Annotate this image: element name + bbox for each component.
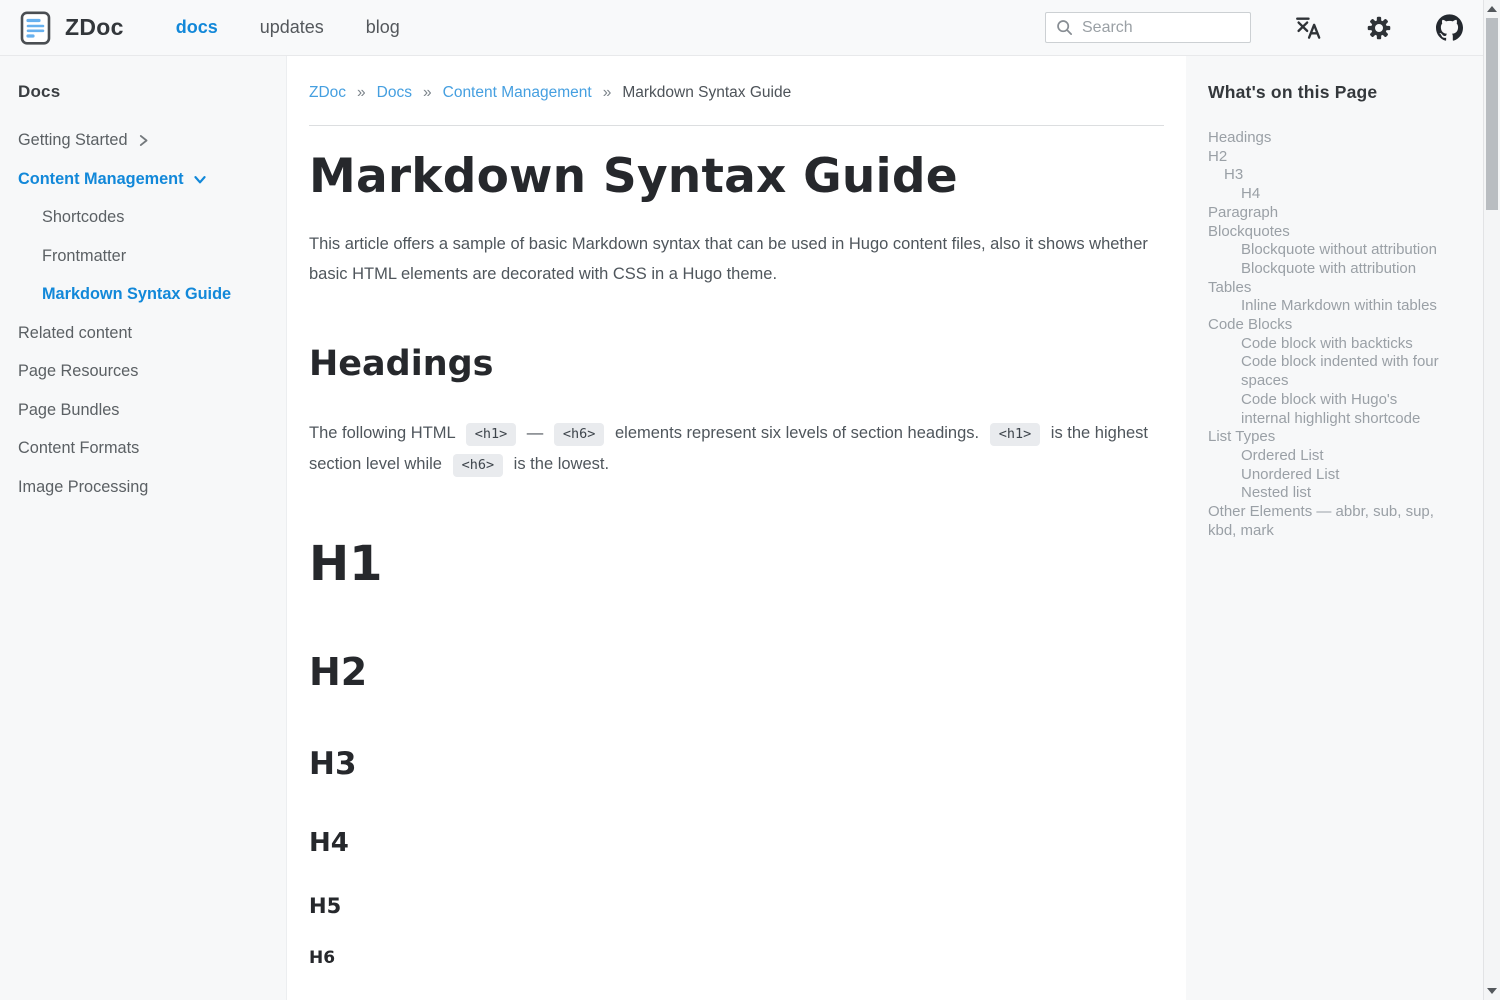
sidebar-item-label: Page Bundles — [18, 400, 119, 421]
sidebar-item-getting-started[interactable]: Getting Started — [18, 130, 268, 151]
search-icon — [1055, 18, 1074, 37]
scroll-down-arrow-icon[interactable] — [1487, 988, 1497, 994]
breadcrumb-separator: » — [423, 84, 432, 102]
toc-item-tables[interactable]: Tables — [1208, 279, 1440, 298]
sidebar-item-page-bundles[interactable]: Page Bundles — [18, 400, 268, 421]
toc-item-other-elements-abbr-sub-sup-kbd-mark[interactable]: Other Elements — abbr, sub, sup, kbd, ma… — [1208, 503, 1440, 540]
sidebar-item-label: Frontmatter — [42, 246, 126, 267]
paragraph-text: The following HTML — [309, 424, 460, 442]
search-box[interactable] — [1045, 12, 1251, 43]
sample-headings-block: H1 H2 H3 H4 H5 H6 — [309, 537, 1164, 968]
toc-panel: What's on this Page HeadingsH2H3H4Paragr… — [1186, 56, 1483, 1000]
nav-link-blog[interactable]: blog — [366, 17, 400, 38]
navbar-right — [1045, 12, 1463, 43]
sidebar-item-label: Content Management — [18, 169, 184, 190]
sidebar-item-related-content[interactable]: Related content — [18, 323, 268, 344]
scroll-up-arrow-icon[interactable] — [1487, 6, 1497, 12]
main-nav: docs updates blog — [176, 17, 400, 38]
sidebar-item-label: Related content — [18, 323, 132, 344]
sample-heading-h4: H4 — [309, 829, 1164, 859]
toc-item-h4[interactable]: H4 — [1208, 185, 1440, 204]
gear-icon[interactable] — [1366, 15, 1392, 41]
chevron-down-icon — [193, 173, 207, 186]
sidebar-item-label: Markdown Syntax Guide — [42, 284, 231, 305]
sidebar-nav: Getting Started Content Management Shortco… — [18, 130, 268, 498]
section-heading-headings: Headings — [309, 344, 1164, 384]
paragraph-text: elements represent six levels of section… — [610, 424, 983, 442]
headings-paragraph: The following HTML <h1> — <h6> elements … — [309, 418, 1164, 480]
toc-item-code-block-with-backticks[interactable]: Code block with backticks — [1208, 335, 1440, 354]
sidebar-item-label: Getting Started — [18, 130, 128, 151]
sample-heading-h2: H2 — [309, 651, 1164, 695]
toc-title: What's on this Page — [1208, 82, 1483, 103]
zdoc-logo-icon[interactable] — [20, 11, 51, 45]
paragraph-text: — — [522, 424, 548, 442]
article-intro: This article offers a sample of basic Ma… — [309, 229, 1164, 289]
sidebar-item-label: Image Processing — [18, 477, 148, 498]
breadcrumb-separator: » — [357, 84, 366, 102]
sidebar-item-page-resources[interactable]: Page Resources — [18, 361, 268, 382]
sidebar-item-content-management[interactable]: Content Management — [18, 169, 268, 190]
sidebar-item-shortcodes[interactable]: Shortcodes — [18, 207, 268, 228]
toc-item-ordered-list[interactable]: Ordered List — [1208, 447, 1440, 466]
toc-item-paragraph[interactable]: Paragraph — [1208, 204, 1440, 223]
nav-link-updates[interactable]: updates — [260, 17, 324, 38]
sample-heading-h3: H3 — [309, 747, 1164, 783]
breadcrumb-separator: » — [603, 84, 612, 102]
breadcrumb-link[interactable]: ZDoc — [309, 84, 346, 102]
github-icon[interactable] — [1436, 14, 1463, 41]
toc-list: HeadingsH2H3H4ParagraphBlockquotesBlockq… — [1208, 129, 1440, 540]
sample-heading-h6: H6 — [309, 949, 1164, 969]
translate-icon[interactable] — [1295, 15, 1322, 40]
breadcrumb: ZDoc » Docs » Content Management » Markdown Sy… — [309, 84, 1164, 102]
toc-item-code-block-with-hugo-s-internal-highligh[interactable]: Code block with Hugo's internal highligh… — [1208, 391, 1440, 428]
scrollbar[interactable] — [1483, 0, 1500, 1000]
paragraph-text: is the lowest. — [509, 455, 609, 473]
sidebar-item-label: Page Resources — [18, 361, 138, 382]
top-navbar: ZDoc docs updates blog — [0, 0, 1483, 56]
toc-item-blockquote-with-attribution[interactable]: Blockquote with attribution — [1208, 260, 1440, 279]
toc-item-nested-list[interactable]: Nested list — [1208, 484, 1440, 503]
inline-code-chip: <h1> — [466, 423, 517, 446]
sample-heading-h1: H1 — [309, 537, 1164, 592]
toc-item-code-blocks[interactable]: Code Blocks — [1208, 316, 1440, 335]
sidebar-item-label: Shortcodes — [42, 207, 124, 228]
nav-link-docs[interactable]: docs — [176, 17, 218, 38]
inline-code-chip: <h1> — [990, 423, 1041, 446]
sidebar-item-markdown-syntax-guide[interactable]: Markdown Syntax Guide — [18, 284, 268, 305]
breadcrumb-divider — [309, 125, 1164, 126]
page-title: Markdown Syntax Guide — [309, 149, 1164, 204]
sidebar-item-image-processing[interactable]: Image Processing — [18, 477, 268, 498]
brand-name[interactable]: ZDoc — [65, 14, 124, 41]
breadcrumb-current: Markdown Syntax Guide — [622, 84, 791, 102]
inline-code-chip: <h6> — [453, 454, 504, 477]
toc-item-code-block-indented-with-four-spaces[interactable]: Code block indented with four spaces — [1208, 353, 1440, 390]
sidebar-item-content-formats[interactable]: Content Formats — [18, 438, 268, 459]
toc-item-headings[interactable]: Headings — [1208, 129, 1440, 148]
toc-item-h2[interactable]: H2 — [1208, 148, 1440, 167]
toc-item-h3[interactable]: H3 — [1208, 166, 1440, 185]
breadcrumb-link[interactable]: Content Management — [443, 84, 592, 102]
chevron-right-icon — [137, 134, 150, 147]
sample-heading-h5: H5 — [309, 894, 1164, 918]
sidebar-title: Docs — [18, 82, 268, 102]
toc-item-inline-markdown-within-tables[interactable]: Inline Markdown within tables — [1208, 297, 1440, 316]
toc-item-unordered-list[interactable]: Unordered List — [1208, 466, 1440, 485]
toc-item-list-types[interactable]: List Types — [1208, 428, 1440, 447]
inline-code-chip: <h6> — [554, 423, 605, 446]
toc-item-blockquotes[interactable]: Blockquotes — [1208, 223, 1440, 242]
search-input[interactable] — [1082, 19, 1232, 37]
sidebar-item-label: Content Formats — [18, 438, 139, 459]
sidebar-item-frontmatter[interactable]: Frontmatter — [18, 246, 268, 267]
toc-item-blockquote-without-attribution[interactable]: Blockquote without attribution — [1208, 241, 1440, 260]
scrollbar-thumb[interactable] — [1486, 18, 1498, 210]
sidebar: Docs Getting Started Content Management Sh… — [0, 56, 287, 1000]
main-content: ZDoc » Docs » Content Management » Markdown Sy… — [287, 56, 1186, 1000]
breadcrumb-link[interactable]: Docs — [377, 84, 412, 102]
